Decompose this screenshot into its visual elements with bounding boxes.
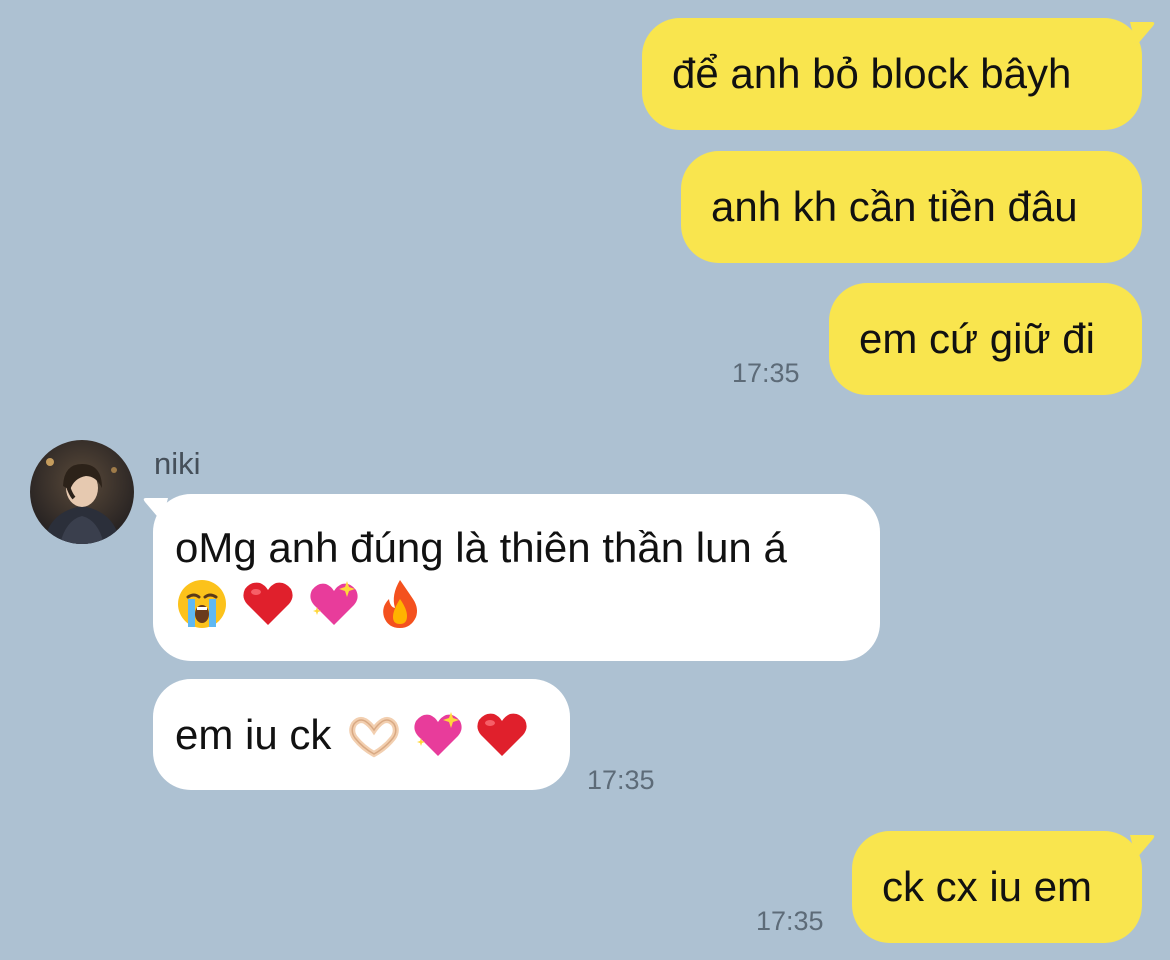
sparkling-heart-icon — [411, 708, 465, 762]
message-text: em iu ck — [175, 710, 332, 758]
message-bubble-outgoing[interactable]: ck cx iu em — [852, 831, 1142, 943]
bubble-tail — [1130, 835, 1156, 859]
red-heart-icon — [241, 577, 295, 631]
message-text: để anh bỏ block bâyh — [672, 50, 1072, 97]
message-bubble-incoming[interactable]: oMg anh đúng là thiên thần lun á — [153, 494, 880, 661]
red-heart-icon — [475, 708, 529, 762]
message-text: em cứ giữ đi — [859, 315, 1095, 362]
fire-icon — [373, 577, 427, 631]
loudly-crying-face-icon — [175, 577, 229, 631]
message-text: oMg anh đúng là thiên thần lun á — [175, 524, 787, 571]
bubble-tail — [142, 498, 168, 522]
message-timestamp: 17:35 — [587, 765, 655, 795]
sender-name: niki — [154, 446, 201, 481]
message-bubble-outgoing[interactable]: em cứ giữ đi — [829, 283, 1142, 395]
message-timestamp: 17:35 — [756, 906, 824, 936]
message-bubble-outgoing[interactable]: để anh bỏ block bâyh — [642, 18, 1142, 130]
message-bubble-incoming[interactable]: em iu ck — [153, 679, 570, 790]
bubble-tail — [1130, 22, 1156, 46]
heart-hands-icon — [347, 708, 401, 762]
contact-avatar[interactable] — [30, 440, 134, 544]
message-text: anh kh cần tiền đâu — [711, 183, 1078, 230]
message-timestamp: 17:35 — [732, 358, 800, 388]
message-text: ck cx iu em — [882, 863, 1093, 910]
sparkling-heart-icon — [307, 577, 361, 631]
emoji-row — [175, 575, 858, 633]
message-bubble-outgoing[interactable]: anh kh cần tiền đâu — [681, 151, 1142, 263]
